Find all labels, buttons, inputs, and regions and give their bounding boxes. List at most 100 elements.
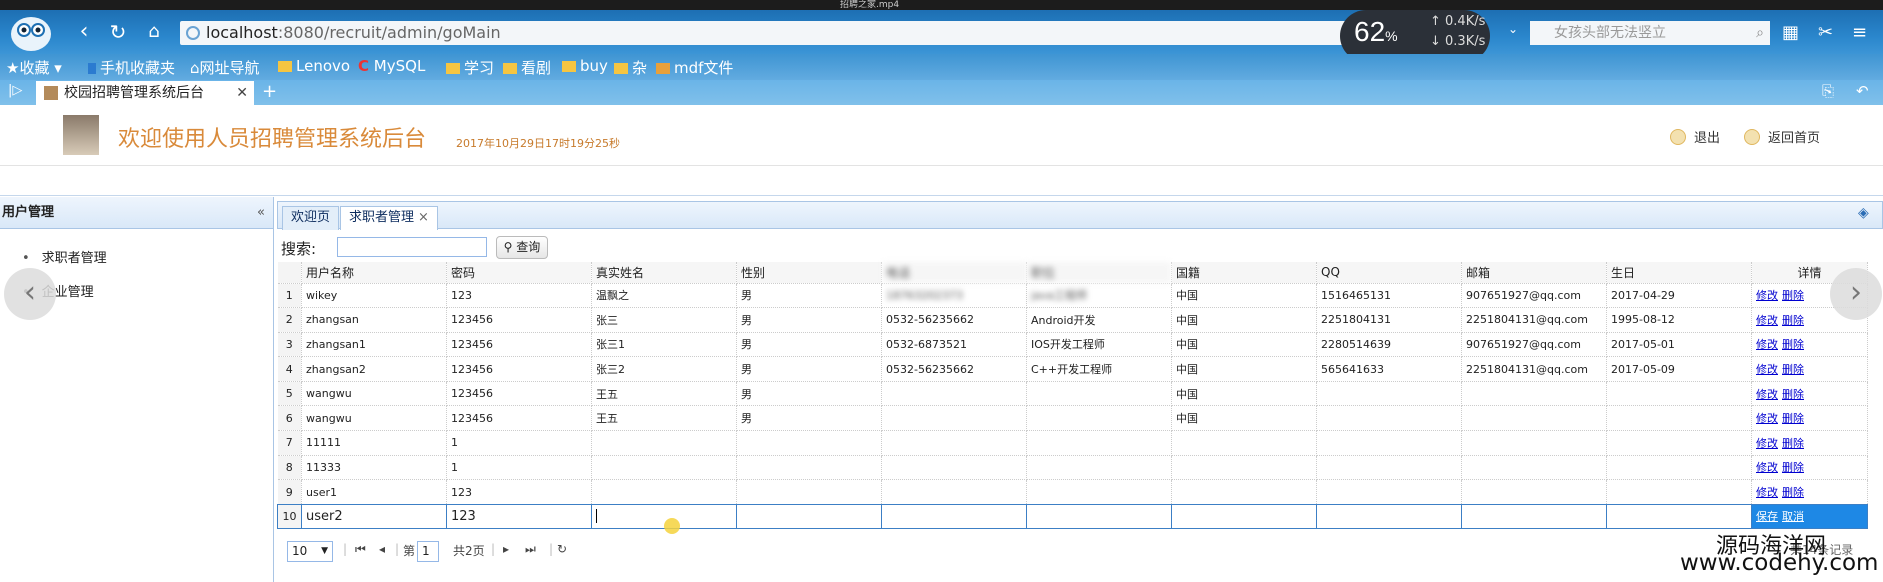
first-page-icon[interactable]: ⏮ [355,542,366,557]
edit-link[interactable]: 修改 [1756,363,1778,376]
last-page-icon[interactable]: ⏭ [525,542,536,557]
edit-link[interactable]: 修改 [1756,314,1778,327]
table-row[interactable]: 10 user2 123 保存 取消 [277,503,1868,529]
cell-phone[interactable] [881,503,1027,529]
tab-jobseekers[interactable]: 求职者管理 × [340,206,438,230]
col-nationality[interactable]: 国籍 [1171,262,1317,284]
bookmark-drama[interactable]: 看剧 [503,57,551,78]
cell-gender[interactable] [736,503,882,529]
cancel-link[interactable]: 取消 [1782,510,1804,523]
col-password[interactable]: 密码 [446,262,592,284]
cell-position[interactable] [1026,503,1172,529]
next-page-icon[interactable]: ▸ [503,542,509,556]
bookmark-lenovo[interactable]: Lenovo [278,57,350,75]
cell-password: 1 [446,430,592,456]
table-row[interactable]: 1 wikey 123 温飘之男 18763202373 java工程师 中国 1516465… [277,283,1868,309]
browser-search-input[interactable]: 女孩头部无法竖立 ⌕ [1530,21,1770,45]
search-icon[interactable]: ⌕ [1756,21,1764,45]
bookmark-favorites[interactable]: ★收藏 ▾ [6,57,62,78]
sidebar-toggle-icon[interactable]: |▷ [8,83,22,98]
prev-slide-icon[interactable]: ‹ [4,268,56,320]
delete-link[interactable]: 删除 [1782,461,1804,474]
col-username[interactable]: 用户名称 [301,262,447,284]
save-link[interactable]: 保存 [1756,510,1778,523]
edit-link[interactable]: 修改 [1756,412,1778,425]
table-row[interactable]: 8 11333 1 修改 删除 [277,455,1868,481]
table-row[interactable]: 6 wangwu 123456 王五男 中国 修改 删除 [277,405,1868,432]
home-icon[interactable]: ⌂ [140,18,168,46]
refresh-icon[interactable]: ↻ [557,542,567,556]
bookmark-mdf[interactable]: mdf文件 [656,57,733,78]
dropdown-icon[interactable]: ⌄ [1508,22,1518,36]
browser-logo-icon[interactable] [6,12,56,52]
col-position[interactable]: 职位 [1026,262,1172,284]
menu-item-jobseekers[interactable]: 求职者管理 [22,247,107,266]
back-icon[interactable]: ‹ [70,18,98,46]
edit-link[interactable]: 修改 [1756,388,1778,401]
bookmark-study[interactable]: 学习 [446,57,494,78]
cell-qq[interactable] [1316,503,1462,529]
bookmark-buy[interactable]: buy [562,57,608,75]
delete-link[interactable]: 删除 [1782,486,1804,499]
cell-nationality[interactable] [1171,503,1317,529]
bookmark-mysql[interactable]: C MySQL [358,57,425,75]
query-button[interactable]: ⚲ 查询 [496,236,548,259]
cell-email[interactable] [1461,503,1607,529]
col-birthday[interactable]: 生日 [1606,262,1752,284]
close-tab-icon[interactable]: × [418,210,429,225]
table-row[interactable]: 2 zhangsan 123456 张三男 0532-56235662 Android开发… [277,307,1868,333]
cell-username[interactable]: user2 [301,503,447,529]
edit-link[interactable]: 修改 [1756,461,1778,474]
new-tab-icon[interactable]: + [262,81,277,102]
col-qq[interactable]: QQ [1316,262,1462,284]
col-email[interactable]: 邮箱 [1461,262,1607,284]
table-row[interactable]: 9 user1 123 修改 删除 [277,479,1868,505]
logout-link[interactable]: 退出 [1670,127,1720,146]
edit-link[interactable]: 修改 [1756,338,1778,351]
cell-qq [1316,455,1462,481]
row-actions: 修改 删除 [1751,332,1868,358]
reload-icon[interactable]: ↻ [104,18,132,46]
col-realname[interactable]: 真实姓名 [591,262,737,284]
home-link[interactable]: 返回首页 [1744,127,1820,146]
page-size-select[interactable]: 10 ▼ [287,541,333,562]
collapse-icon[interactable]: « [257,197,265,229]
undo-icon[interactable]: ↶ [1856,82,1869,100]
table-row[interactable]: 3 zhangsan1 123456 张三1 男 0532-6873521 IOS开发工程师… [277,332,1868,358]
cell-password[interactable]: 123 [446,503,592,529]
prev-page-icon[interactable]: ◂ [379,542,385,556]
delete-link[interactable]: 删除 [1782,314,1804,327]
grid-icon[interactable]: ▦ [1782,22,1799,43]
bookmark-mobile[interactable]: 手机收藏夹 [88,57,175,78]
delete-link[interactable]: 删除 [1782,388,1804,401]
close-tab-icon[interactable]: ✕ [236,81,248,105]
table-row[interactable]: 4 zhangsan2 123456 张三2 男 0532-56235662 C++开发工程… [277,356,1868,382]
browser-tab[interactable]: 校园招聘管理系统后台 ✕ [36,81,254,105]
page-number-input[interactable]: 1 [417,541,439,562]
bookmark-misc[interactable]: 杂 [614,57,647,78]
col-gender[interactable]: 性别 [736,262,882,284]
search-input[interactable] [337,237,487,257]
tab-welcome[interactable]: 欢迎页 [282,206,340,230]
delete-link[interactable]: 删除 [1782,437,1804,450]
edit-link[interactable]: 修改 [1756,486,1778,499]
bookmark-nav[interactable]: ⌂网址导航 [190,57,260,78]
edit-link[interactable]: 修改 [1756,437,1778,450]
delete-link[interactable]: 删除 [1782,363,1804,376]
next-slide-icon[interactable]: › [1830,268,1882,320]
col-phone[interactable]: 电话 [881,262,1027,284]
table-row[interactable]: 5 wangwu 123456 王五男 中国 修改 删除 [277,381,1868,407]
table-row[interactable]: 7 11111 1 修改 删除 [277,430,1868,456]
menu-icon[interactable]: ≡ [1852,22,1867,43]
cell-birthday[interactable] [1606,503,1752,529]
page-title: 欢迎使用人员招聘管理系统后台 [118,127,427,152]
edit-link[interactable]: 修改 [1756,289,1778,302]
scissors-icon[interactable]: ✂ [1818,22,1833,43]
restore-icon[interactable]: ⎘ [1822,82,1834,100]
tabs-scroll-icon[interactable]: ◈ [1858,205,1880,227]
delete-link[interactable]: 删除 [1782,412,1804,425]
delete-link[interactable]: 删除 [1782,338,1804,351]
cell-qq [1316,405,1462,432]
address-bar[interactable]: localhost:8080/recruit/admin/goMain [180,21,1430,45]
delete-link[interactable]: 删除 [1782,289,1804,302]
